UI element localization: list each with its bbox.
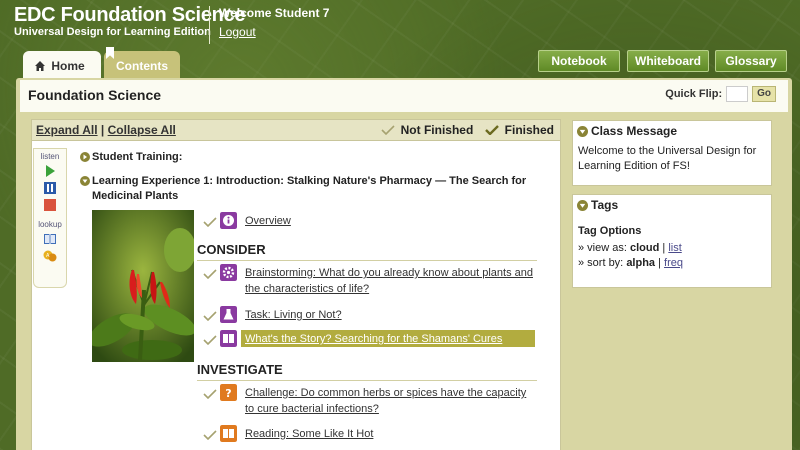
chili-plant-illustration (92, 210, 194, 362)
stop-icon[interactable] (43, 198, 57, 212)
circle-arrow-down-icon (80, 176, 90, 186)
lesson-label: Brainstorming: What do you already know … (245, 267, 533, 295)
tab-contents[interactable]: Contents (104, 51, 180, 79)
flask-icon (220, 306, 237, 323)
course-item-student-training[interactable]: Student Training: (80, 150, 540, 165)
whiteboard-button[interactable]: Whiteboard (627, 50, 709, 72)
class-message-panel: Class Message Welcome to the Universal D… (572, 120, 772, 186)
checkmark-icon (485, 125, 500, 135)
course-item-label: Learning Experience 1: Introduction: Sta… (92, 175, 527, 202)
tab-home-label: Home (51, 59, 85, 73)
question-icon: ? (220, 384, 237, 401)
notebook-button[interactable]: Notebook (538, 50, 620, 72)
book-icon (220, 425, 237, 442)
expand-all-link[interactable]: Expand All (36, 123, 98, 137)
sort-alpha-current: alpha (626, 257, 656, 269)
tag-separator: | (658, 257, 661, 269)
circle-arrow-down-icon (577, 199, 588, 211)
book-icon (220, 330, 237, 347)
info-icon (220, 212, 237, 229)
lesson-label: Overview (245, 215, 291, 227)
tag-sort-by: » sort by: alpha | freq (578, 256, 766, 271)
course-list: Student Training: Learning Experience 1:… (80, 150, 540, 204)
quick-flip-input[interactable] (726, 86, 749, 102)
quick-flip-go-button[interactable]: Go (752, 86, 776, 102)
class-message-title: Class Message (591, 124, 678, 138)
welcome-text: Welcome Student 7 (219, 6, 330, 20)
tab-home[interactable]: Home (23, 51, 101, 79)
book-icon[interactable] (43, 232, 57, 246)
chili-plant-image (92, 210, 194, 362)
legend-not-finished-label: Not Finished (400, 123, 474, 137)
toolbar-separator: | (100, 123, 105, 137)
lesson-label: Task: Living or Not? (245, 309, 342, 321)
expand-collapse-links: Expand All | Collapse All (36, 123, 176, 137)
checkmark-outline-icon (381, 125, 395, 135)
lesson-label: Reading: Some Like It Hot (245, 428, 374, 440)
listen-label: listen (40, 152, 60, 161)
translate-icon[interactable]: A (43, 249, 57, 263)
house-icon (35, 61, 45, 71)
tags-body: Tag Options » view as: cloud | list » so… (573, 212, 771, 277)
quick-flip-label: Quick Flip: (665, 88, 723, 100)
collapse-all-link[interactable]: Collapse All (108, 123, 176, 137)
status-legend: Not Finished Finished (381, 123, 554, 137)
gear-icon (220, 264, 237, 281)
content-toolbar: Expand All | Collapse All Not Finished F… (32, 120, 560, 141)
brand-title: EDC Foundation Science (14, 4, 246, 26)
section-consider: CONSIDER (197, 242, 537, 261)
brand: EDC Foundation Science Universal Design … (14, 4, 246, 39)
tag-view-as: » view as: cloud | list (578, 241, 766, 256)
tags-header[interactable]: Tags (573, 195, 771, 212)
tags-panel: Tags Tag Options » view as: cloud | list… (572, 194, 772, 288)
legend-finished: Finished (485, 123, 554, 137)
lesson-label: What's the Story? Searching for the Sham… (245, 333, 503, 345)
logout-link[interactable]: Logout (219, 25, 329, 39)
lookup-label: lookup (38, 220, 62, 229)
view-cloud-current: cloud (629, 242, 660, 254)
svg-text:?: ? (225, 387, 231, 400)
checkmark-outline-icon (203, 311, 217, 321)
legend-finished-label: Finished (504, 123, 554, 137)
svg-text:A: A (46, 253, 50, 259)
glossary-button[interactable]: Glossary (715, 50, 787, 72)
tag-separator: | (662, 242, 666, 254)
tag-options-title: Tag Options (578, 225, 642, 237)
tab-contents-label: Contents (116, 59, 168, 73)
circle-arrow-down-icon (577, 125, 588, 137)
welcome-block: Welcome Student 7 Logout (219, 6, 329, 39)
class-message-header[interactable]: Class Message (573, 121, 771, 138)
play-icon[interactable] (43, 164, 57, 178)
checkmark-outline-icon (203, 430, 217, 440)
view-list-link[interactable]: list (668, 242, 681, 254)
page-header-bar: Foundation Science Quick Flip: Go (20, 80, 788, 112)
sort-by-label: » sort by: (578, 257, 624, 269)
section-investigate: INVESTIGATE (197, 362, 537, 381)
checkmark-outline-icon (203, 335, 217, 345)
reading-tools: listen lookup A (33, 148, 67, 288)
header-divider (209, 6, 210, 44)
tags-title: Tags (591, 198, 619, 212)
pause-icon[interactable] (43, 181, 57, 195)
brand-subtitle: Universal Design for Learning Edition (14, 26, 211, 38)
course-item-learning-experience-1[interactable]: Learning Experience 1: Introduction: Sta… (80, 174, 540, 204)
checkmark-outline-icon (203, 217, 217, 227)
quick-flip: Quick Flip: Go (665, 86, 776, 102)
class-message-body: Welcome to the Universal Design for Lear… (578, 145, 757, 172)
circle-arrow-icon (80, 152, 90, 162)
course-item-label: Student Training: (92, 151, 183, 163)
lesson-label: Challenge: Do common herbs or spices hav… (245, 387, 527, 415)
page-title: Foundation Science (28, 87, 162, 103)
view-as-label: » view as: (578, 242, 627, 254)
legend-not-finished: Not Finished (381, 123, 473, 137)
sort-freq-link[interactable]: freq (664, 257, 683, 269)
checkmark-outline-icon (203, 269, 217, 279)
checkmark-outline-icon (203, 389, 217, 399)
